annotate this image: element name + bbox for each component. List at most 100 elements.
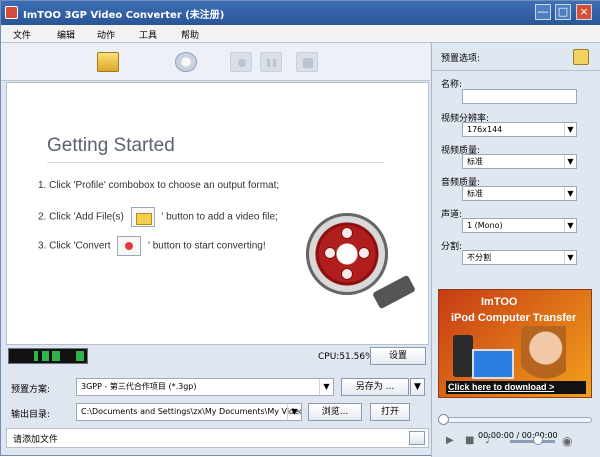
audio-quality-select[interactable]: 标准 ▼ (462, 186, 577, 201)
chevron-down-icon: ▼ (564, 219, 576, 232)
ad-brand: ImTOO (481, 296, 518, 308)
advertisement-banner[interactable]: ImTOO iPod Computer Transfer Click here … (438, 289, 592, 398)
step-1-text: 1. Click 'Profile' combobox to choose an… (38, 180, 280, 191)
profile-select[interactable]: 3GPP - 第三代合作项目 (*.3gp) ▼ (76, 378, 334, 396)
chevron-down-icon: ▼ (564, 251, 576, 264)
download-link[interactable]: Click here to download > (446, 381, 586, 394)
channel-select[interactable]: 1 (Mono) ▼ (462, 218, 577, 233)
add-files-button[interactable] (97, 52, 119, 72)
log-list-icon[interactable] (409, 431, 425, 445)
settings-button[interactable]: 设置 (370, 347, 426, 365)
split-value: 不分割 (467, 253, 491, 262)
split-label: 分割: (441, 242, 463, 252)
chevron-down-icon: ▼ (564, 187, 576, 200)
panel-divider (432, 70, 600, 71)
save-as-button[interactable]: 另存为 ... (341, 378, 409, 396)
video-resolution-value: 176x144 (467, 125, 503, 134)
cpu-meter (8, 348, 88, 364)
close-button[interactable]: × (576, 4, 592, 20)
menu-bar: 文件 编辑 动作 工具 帮助 (1, 25, 600, 43)
open-button[interactable]: 打开 (370, 403, 410, 421)
name-field[interactable] (462, 89, 577, 104)
profile-menu-button[interactable]: ▼ (410, 378, 425, 396)
stop-button[interactable] (296, 52, 318, 72)
title-bar: ImTOO 3GP Video Converter (未注册) — □ × (1, 1, 600, 25)
play-icon[interactable]: ▶ (446, 435, 458, 447)
status-area: CPU:51.56% 设置 (6, 346, 429, 368)
meter-segment (42, 351, 49, 361)
menu-tools[interactable]: 工具 (139, 28, 157, 41)
getting-started-title: Getting Started (47, 135, 175, 156)
ipod-icon (453, 335, 473, 377)
reel-hole (341, 268, 353, 280)
chevron-down-icon: ▼ (319, 379, 333, 395)
stop-icon[interactable]: ■ (465, 435, 477, 447)
title-divider (47, 162, 384, 163)
step-2-suffix: ' button to add a video file; (161, 211, 278, 223)
folder-icon (130, 207, 155, 227)
meter-segment (52, 351, 60, 361)
split-select[interactable]: 不分割 ▼ (462, 250, 577, 265)
name-label: 名称: (441, 80, 463, 90)
application-window: ImTOO 3GP Video Converter (未注册) — □ × 文件… (0, 0, 600, 457)
output-path-value: C:\Documents and Settings\zx\My Document… (81, 407, 302, 416)
volume-icon[interactable]: ♪ (485, 435, 497, 447)
edit-preset-icon[interactable] (573, 49, 589, 65)
record-icon (238, 59, 246, 67)
toolbar (1, 43, 430, 270)
stop-icon (303, 58, 313, 68)
channel-label: 声道: (441, 210, 463, 220)
reel-hole (341, 227, 353, 239)
playback-slider[interactable] (438, 414, 592, 425)
video-quality-value: 标准 (467, 157, 483, 166)
ad-product: iPod Computer Transfer (451, 312, 577, 324)
menu-file[interactable]: 文件 (13, 28, 31, 41)
step-3-suffix: ' button to start converting! (148, 240, 266, 252)
output-path-field[interactable]: C:\Documents and Settings\zx\My Document… (76, 403, 302, 421)
step-2-prefix: 2. Click 'Add File(s) (38, 211, 124, 223)
profile-value: 3GPP - 第三代合作项目 (*.3gp) (81, 382, 197, 391)
slider-knob[interactable] (438, 414, 449, 425)
profile-label: 预置方案: (11, 385, 51, 395)
preset-panel: 预置选项: 名称: 视频分辨率: 176x144 ▼ 视频质量: 标准 ▼ 音频质量… (431, 43, 600, 457)
volume-knob[interactable] (533, 435, 543, 445)
step-3-text: 3. Click 'Convert ' button to start conv… (38, 236, 266, 256)
computer-screen-icon (472, 349, 514, 379)
browse-button[interactable]: 浏览... (308, 403, 362, 421)
step-3-prefix: 3. Click 'Convert (38, 240, 111, 252)
minimize-button[interactable]: — (535, 4, 551, 20)
video-quality-select[interactable]: 标准 ▼ (462, 154, 577, 169)
pause-button[interactable] (260, 52, 282, 72)
status-message: 请添加文件 (13, 435, 59, 445)
app-icon (5, 6, 18, 19)
meter-segment (34, 351, 38, 361)
output-label: 输出目录: (11, 410, 51, 420)
meter-segment (76, 351, 84, 361)
menu-actions[interactable]: 动作 (97, 28, 115, 41)
status-bar: 请添加文件 (6, 428, 429, 448)
woman-photo (521, 326, 566, 384)
chevron-down-icon: ▼ (287, 404, 301, 420)
pause-icon (267, 59, 270, 67)
maximize-button[interactable]: □ (555, 4, 571, 20)
chevron-down-icon: ▼ (564, 123, 576, 136)
channel-value: 1 (Mono) (467, 221, 503, 230)
convert-icon (117, 236, 142, 256)
menu-edit[interactable]: 编辑 (57, 28, 75, 41)
reel-hole (324, 247, 336, 259)
preset-title: 预置选项: (441, 54, 481, 64)
cpu-usage-label: CPU:51.56% (318, 352, 374, 362)
add-settings-button[interactable] (175, 52, 197, 72)
film-reel-icon (306, 213, 388, 295)
menu-help[interactable]: 帮助 (181, 28, 199, 41)
pause-icon (273, 59, 276, 67)
snapshot-icon[interactable]: ◉ (562, 435, 574, 447)
file-list-area[interactable]: Getting Started 1. Click 'Profile' combo… (6, 82, 429, 345)
window-title: ImTOO 3GP Video Converter (未注册) (23, 10, 225, 21)
audio-quality-value: 标准 (467, 189, 483, 198)
reel-hole (358, 247, 370, 259)
chevron-down-icon: ▼ (564, 155, 576, 168)
record-button[interactable] (230, 52, 252, 72)
step-2-text: 2. Click 'Add File(s) ' button to add a … (38, 207, 278, 227)
video-resolution-select[interactable]: 176x144 ▼ (462, 122, 577, 137)
